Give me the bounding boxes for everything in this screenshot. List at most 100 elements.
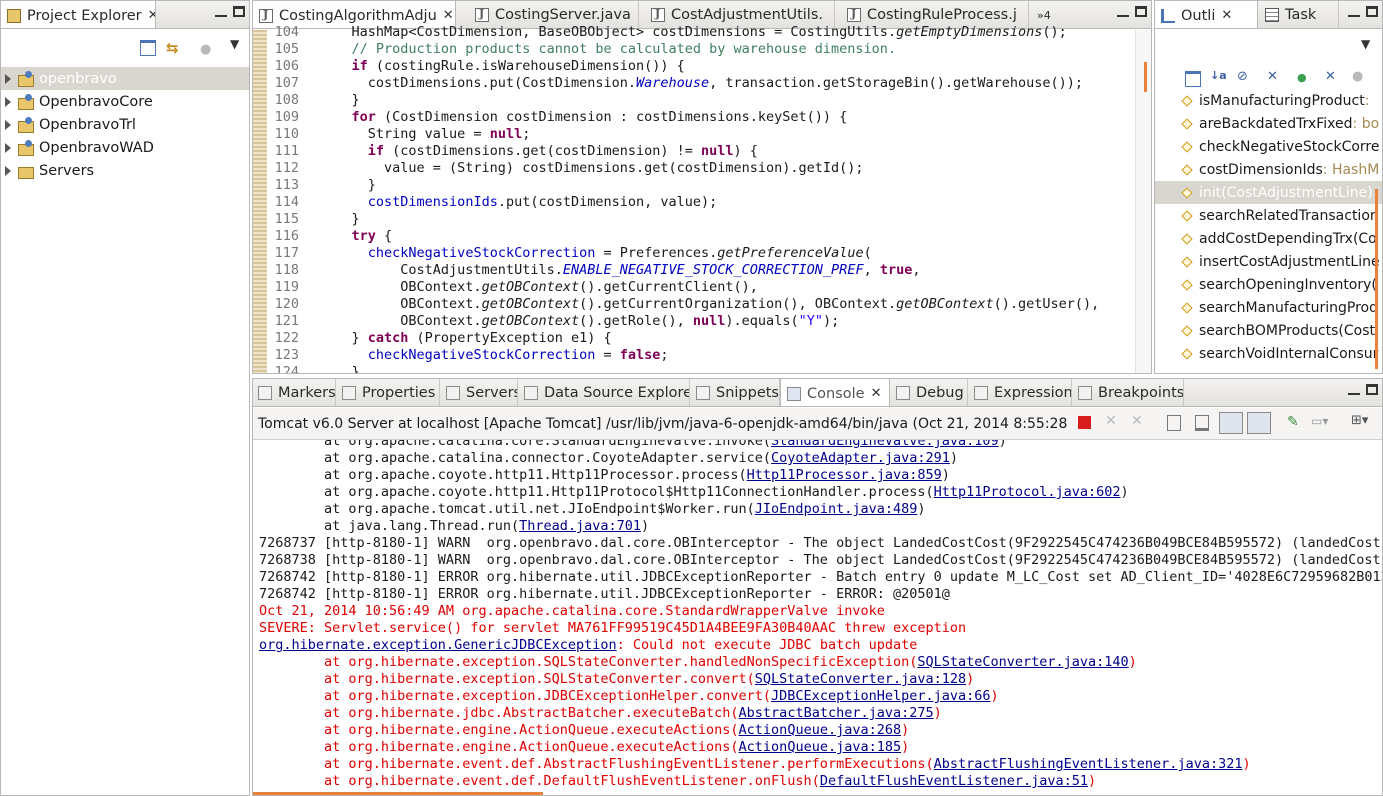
tab-markers[interactable]: Markers [253,379,336,406]
maximize-icon[interactable] [1366,5,1378,17]
outline-item[interactable]: addCostDependingTrx(Co [1155,227,1382,250]
link-with-editor-icon[interactable]: ⇆ [166,40,182,56]
sort-icon[interactable]: ↓a [1210,69,1227,85]
code-line[interactable]: 117 checkNegativeStockCorrection = Prefe… [267,245,1131,262]
expand-icon[interactable] [5,73,11,84]
remove-all-terminated-icon[interactable]: ✕ [1131,413,1143,429]
outline-item[interactable]: searchRelatedTransaction [1155,204,1382,227]
code-line[interactable]: 114 costDimensionIds.put(costDimension, … [267,194,1131,211]
tab-outline[interactable]: Outli ✕ [1155,1,1258,28]
terminate-icon[interactable] [1078,416,1091,429]
stack-trace-link[interactable]: org.hibernate.exception.GenericJDBCExcep… [259,637,617,653]
stack-trace-link[interactable]: DefaultFlushEventListener.java:51 [820,773,1088,789]
code-line[interactable]: 123 checkNegativeStockCorrection = false… [267,347,1131,364]
minimize-icon[interactable] [1348,383,1360,395]
outline-item[interactable]: areBackdatedTrxFixed : bo [1155,112,1382,135]
open-console-icon[interactable]: ⊞▾ [1351,413,1368,428]
expand-icon[interactable] [5,142,11,153]
expand-icon[interactable] [5,119,11,130]
view-filter-icon[interactable]: ● [200,42,216,58]
scroll-lock-icon[interactable] [1195,415,1209,431]
show-console-on-stdout-icon[interactable] [1219,412,1243,434]
tab-data-source-explorer[interactable]: Data Source Explorer [518,379,690,406]
stack-trace-link[interactable]: StandardEngineValve.java:109 [771,440,999,449]
maximize-icon[interactable] [233,5,245,17]
stack-trace-link[interactable]: CoyoteAdapter.java:291 [771,450,950,466]
tree-item-servers[interactable]: Servers [1,159,249,182]
tab-expressions[interactable]: Expressions [968,379,1072,406]
stack-trace-link[interactable]: JDBCExceptionHelper.java:66 [771,688,990,704]
hide-nonpublic-icon[interactable]: ● [1297,71,1313,87]
maximize-icon[interactable] [1366,383,1378,395]
code-line[interactable]: 108 } [267,92,1131,109]
tree-item-openbravowad[interactable]: OpenbravoWAD [1,136,249,159]
tab-breakpoints[interactable]: Breakpoints [1072,379,1184,406]
tree-item-openbravotrl[interactable]: OpenbravoTrl [1,113,249,136]
overview-marker[interactable] [1144,62,1147,92]
minimize-icon[interactable] [1117,5,1129,17]
outline-item[interactable]: isManufacturingProduct : [1155,89,1382,112]
code-line[interactable]: 112 value = (String) costDimensions.get(… [267,160,1131,177]
code-line[interactable]: 111 if (costDimensions.get(costDimension… [267,143,1131,160]
remove-launch-icon[interactable]: ✕ [1105,413,1117,429]
stack-trace-link[interactable]: Http11Protocol.java:602 [934,484,1121,500]
pin-console-icon[interactable]: ✎ [1287,414,1299,430]
console-output[interactable]: at org.apache.catalina.core.StandardEngi… [253,440,1382,795]
hide-fields-icon[interactable]: ⊘ [1237,69,1253,85]
show-console-on-stderr-icon[interactable] [1247,412,1271,434]
code-area[interactable]: 104 HashMap<CostDimension, BaseOBObject>… [253,24,1151,373]
code-line[interactable]: 119 OBContext.getOBContext().getCurrentC… [267,279,1131,296]
outline-item[interactable]: searchBOMProducts(Cost [1155,319,1382,342]
tab-task-list[interactable]: Task [1259,1,1339,28]
tab-properties[interactable]: Properties [336,379,440,406]
code-line[interactable]: 116 try { [267,228,1131,245]
tab-servers[interactable]: Servers [440,379,518,406]
close-icon[interactable]: ✕ [1221,8,1232,23]
minimize-icon[interactable] [215,5,227,17]
code-line[interactable]: 115 } [267,211,1131,228]
outline-item[interactable]: init(CostAdjustmentLine) [1155,181,1382,204]
collapse-all-icon[interactable] [1185,71,1201,87]
outline-item[interactable]: searchOpeningInventory( [1155,273,1382,296]
code-line[interactable]: 106 if (costingRule.isWarehouseDimension… [267,58,1131,75]
code-line[interactable]: 104 HashMap<CostDimension, BaseOBObject>… [267,24,1131,41]
stack-trace-link[interactable]: ActionQueue.java:268 [739,722,902,738]
code-line[interactable]: 105 // Production products cannot be cal… [267,41,1131,58]
tab-snippets[interactable]: Snippets [690,379,780,406]
tree-item-openbravo[interactable]: openbravo [1,67,249,90]
code-line[interactable]: 109 for (CostDimension costDimension : c… [267,109,1131,126]
code-line[interactable]: 110 String value = null; [267,126,1131,143]
stack-trace-link[interactable]: Thread.java:701 [519,518,641,534]
focus-icon[interactable]: ● [1352,69,1368,85]
code-line[interactable]: 118 CostAdjustmentUtils.ENABLE_NEGATIVE_… [267,262,1131,279]
display-selected-console-icon[interactable]: ▭▾ [1311,414,1328,428]
maximize-icon[interactable] [1135,5,1147,17]
code-line[interactable]: 124 } [267,364,1131,373]
outline-item[interactable]: searchManufacturingProd [1155,296,1382,319]
close-icon[interactable]: ✕ [443,8,454,23]
outline-item[interactable]: checkNegativeStockCorre [1155,135,1382,158]
view-menu-icon[interactable]: ▼ [230,37,246,53]
stack-trace-link[interactable]: JIoEndpoint.java:489 [755,501,918,517]
stack-trace-link[interactable]: Http11Processor.java:859 [747,467,942,483]
tab-console[interactable]: Console ✕ [780,379,890,406]
outline-item[interactable]: insertCostAdjustmentLine [1155,250,1382,273]
code-line[interactable]: 122 } catch (PropertyException e1) { [267,330,1131,347]
expand-icon[interactable] [5,165,11,176]
outline-item[interactable]: costDimensionIds : HashM [1155,158,1382,181]
minimize-icon[interactable] [1348,5,1360,17]
code-line[interactable]: 113 } [267,177,1131,194]
tree-item-openbravocore[interactable]: OpenbravoCore [1,90,249,113]
code-line[interactable]: 121 OBContext.getOBContext().getRole(), … [267,313,1131,330]
overview-ruler[interactable] [1135,30,1151,373]
close-icon[interactable]: ✕ [148,8,155,23]
clear-console-icon[interactable] [1167,415,1181,431]
stack-trace-link[interactable]: SQLStateConverter.java:140 [917,654,1128,670]
tab-debug[interactable]: Debug [890,379,968,406]
hide-local-types-icon[interactable]: ✕ [1325,69,1341,85]
code-line[interactable]: 107 costDimensions.put(CostDimension.War… [267,75,1131,92]
expand-icon[interactable] [5,96,11,107]
collapse-all-icon[interactable] [140,40,156,56]
stack-trace-link[interactable]: AbstractFlushingEventListener.java:321 [934,756,1243,772]
code-line[interactable]: 120 OBContext.getOBContext().getCurrentO… [267,296,1131,313]
